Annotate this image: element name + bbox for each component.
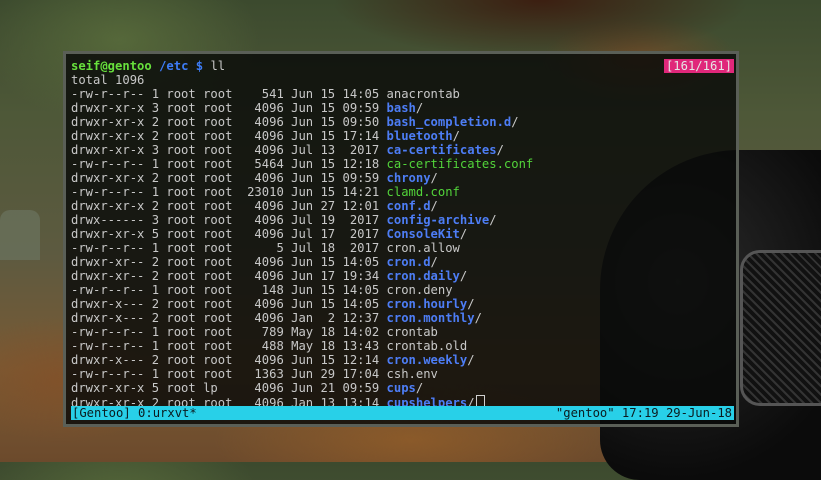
file-suffix: / [430, 199, 438, 213]
file-suffix: / [415, 381, 424, 395]
file-meta: drwxr-xr-- 2 root root 4096 Jun 15 14:05 [71, 255, 387, 269]
file-suffix: / [474, 311, 482, 325]
file-meta: -rw-r--r-- 1 root root 23010 Jun 15 14:2… [71, 185, 387, 199]
file-suffix: / [489, 213, 497, 227]
listing-row: drwxr-xr-x 2 root root 4096 Jun 27 12:01… [71, 199, 731, 213]
file-name: config-archive [386, 213, 490, 227]
file-meta: drwxr-xr-- 2 root root 4096 Jun 17 19:34 [71, 269, 387, 283]
listing-row: -rw-r--r-- 1 root root 5 Jul 18 2017 cro… [71, 241, 731, 255]
background-car-grill [740, 250, 821, 406]
file-meta: drwxr-x--- 2 root root 4096 Jan 2 12:37 [71, 311, 387, 325]
status-session[interactable]: [Gentoo] 0:urxvt* [72, 406, 197, 420]
file-meta: drwxr-xr-x 3 root root 4096 Jul 13 2017 [71, 143, 387, 157]
file-suffix: / [467, 353, 475, 367]
file-meta: -rw-r--r-- 1 root root 148 Jun 15 14:05 [71, 283, 387, 297]
listing-row: drwxr-xr-x 3 root root 4096 Jun 15 09:59… [71, 101, 731, 115]
file-name: cron.hourly [386, 297, 468, 311]
file-meta: drwxr-xr-x 5 root root 4096 Jul 17 2017 [71, 227, 387, 241]
listing-row: -rw-r--r-- 1 root root 541 Jun 15 14:05 … [71, 87, 731, 101]
file-meta: -rw-r--r-- 1 root root 488 May 18 13:43 [71, 339, 387, 353]
file-listing: -rw-r--r-- 1 root root 541 Jun 15 14:05 … [71, 87, 731, 410]
prompt-user: seif@gentoo [71, 59, 152, 73]
file-name: ca-certificates.conf [386, 157, 534, 171]
file-suffix: / [430, 171, 438, 185]
file-name: cron.daily [386, 269, 460, 283]
file-meta: drwxr-xr-x 2 root root 4096 Jun 15 09:59 [71, 171, 387, 185]
file-name: conf.d [386, 199, 431, 213]
file-meta: drwxr-xr-x 5 root lp 4096 Jun 21 09:59 [71, 381, 387, 395]
file-name: crontab [386, 325, 438, 339]
listing-row: drwxr-x--- 2 root root 4096 Jun 15 12:14… [71, 353, 731, 367]
listing-row: drwxr-xr-x 5 root lp 4096 Jun 21 09:59 c… [71, 381, 731, 395]
file-meta: drwxr-xr-x 3 root root 4096 Jun 15 09:59 [71, 101, 387, 115]
listing-row: drwxr-xr-- 2 root root 4096 Jun 17 19:34… [71, 269, 731, 283]
file-meta: drwxr-x--- 2 root root 4096 Jun 15 12:14 [71, 353, 387, 367]
prompt-line: seif@gentoo /etc $ ll [71, 59, 731, 73]
file-meta: -rw-r--r-- 1 root root 789 May 18 14:02 [71, 325, 387, 339]
listing-row: drwxr-xr-x 5 root root 4096 Jul 17 2017 … [71, 227, 731, 241]
terminal-window[interactable]: [161/161] seif@gentoo /etc $ ll total 10… [63, 51, 739, 427]
terminal-output[interactable]: seif@gentoo /etc $ ll total 1096 -rw-r--… [71, 59, 731, 410]
file-meta: -rw-r--r-- 1 root root 5 Jul 18 2017 [71, 241, 387, 255]
tmux-status-bar: [Gentoo] 0:urxvt* "gentoo" 17:19 29-Jun-… [71, 406, 734, 420]
file-suffix: / [452, 129, 460, 143]
file-name: csh.env [386, 367, 438, 381]
listing-row: drwxr-xr-x 2 root root 4096 Jun 15 09:50… [71, 115, 731, 129]
file-name: cron.deny [386, 283, 453, 297]
file-meta: -rw-r--r-- 1 root root 541 Jun 15 14:05 [71, 87, 387, 101]
listing-row: drwxr-xr-x 2 root root 4096 Jun 15 17:14… [71, 129, 731, 143]
file-suffix: / [467, 297, 475, 311]
listing-row: -rw-r--r-- 1 root root 789 May 18 14:02 … [71, 325, 731, 339]
file-name: ca-certificates [386, 143, 497, 157]
file-suffix: / [415, 101, 424, 115]
file-name: bash_completion.d [386, 115, 512, 129]
prompt-path: /etc $ [159, 59, 204, 73]
file-name: anacrontab [386, 87, 460, 101]
file-suffix: / [511, 115, 519, 129]
listing-row: -rw-r--r-- 1 root root 5464 Jun 15 12:18… [71, 157, 731, 171]
file-meta: -rw-r--r-- 1 root root 5464 Jun 15 12:18 [71, 157, 387, 171]
listing-row: -rw-r--r-- 1 root root 148 Jun 15 14:05 … [71, 283, 731, 297]
file-name: bluetooth [386, 129, 453, 143]
file-meta: drwx------ 3 root root 4096 Jul 19 2017 [71, 213, 387, 227]
listing-row: drwx------ 3 root root 4096 Jul 19 2017 … [71, 213, 731, 227]
status-host-time: "gentoo" 17:19 29-Jun-18 [555, 406, 732, 420]
file-name: chrony [386, 171, 431, 185]
file-name: crontab.old [386, 339, 468, 353]
file-name: cron.allow [386, 241, 460, 255]
file-meta: drwxr-xr-x 2 root root 4096 Jun 27 12:01 [71, 199, 387, 213]
file-suffix: / [496, 143, 504, 157]
file-meta: drwxr-xr-x 2 root root 4096 Jun 15 17:14 [71, 129, 387, 143]
listing-row: -rw-r--r-- 1 root root 23010 Jun 15 14:2… [71, 185, 731, 199]
file-suffix: / [459, 227, 468, 241]
listing-row: drwxr-xr-- 2 root root 4096 Jun 15 14:05… [71, 255, 731, 269]
file-name: ConsoleKit [386, 227, 460, 241]
listing-row: -rw-r--r-- 1 root root 488 May 18 13:43 … [71, 339, 731, 353]
file-name: cron.d [386, 255, 431, 269]
listing-row: -rw-r--r-- 1 root root 1363 Jun 29 17:04… [71, 367, 731, 381]
file-meta: drwxr-xr-x 2 root root 4096 Jun 15 09:50 [71, 115, 387, 129]
file-name: cron.weekly [386, 353, 468, 367]
prompt-command: ll [210, 59, 226, 73]
file-name: bash [386, 101, 416, 115]
listing-row: drwxr-x--- 2 root root 4096 Jan 2 12:37 … [71, 311, 731, 325]
listing-row: drwxr-x--- 2 root root 4096 Jun 15 14:05… [71, 297, 731, 311]
file-suffix: / [430, 255, 438, 269]
file-meta: drwxr-x--- 2 root root 4096 Jun 15 14:05 [71, 297, 387, 311]
total-line: total 1096 [71, 73, 145, 87]
file-meta: -rw-r--r-- 1 root root 1363 Jun 29 17:04 [71, 367, 387, 381]
file-name: clamd.conf [386, 185, 460, 199]
listing-row: drwxr-xr-x 3 root root 4096 Jul 13 2017 … [71, 143, 731, 157]
listing-row: drwxr-xr-x 2 root root 4096 Jun 15 09:59… [71, 171, 731, 185]
file-suffix: / [459, 269, 468, 283]
file-name: cups [386, 381, 416, 395]
background-gravestone [0, 210, 40, 260]
file-name: cron.monthly [386, 311, 475, 325]
